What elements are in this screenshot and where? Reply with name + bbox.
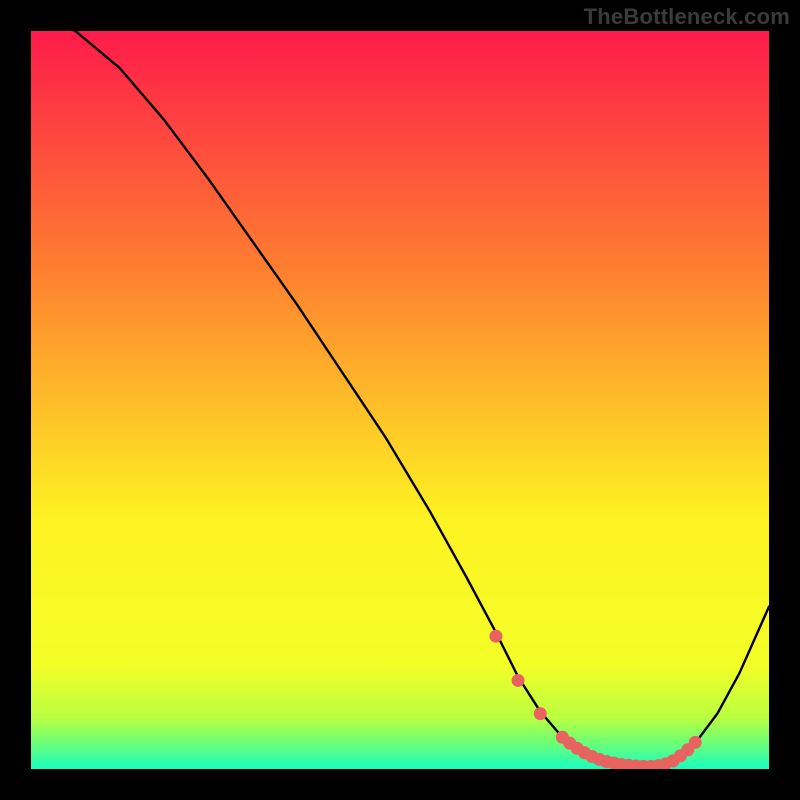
gradient-background [31,31,769,769]
marker-dot [534,707,547,720]
watermark-text: TheBottleneck.com [584,4,790,30]
marker-dot [512,674,525,687]
marker-dot [689,736,702,749]
chart-svg [31,31,769,769]
marker-dot [489,630,502,643]
plot-area [31,31,769,769]
outer-frame: TheBottleneck.com [0,0,800,800]
